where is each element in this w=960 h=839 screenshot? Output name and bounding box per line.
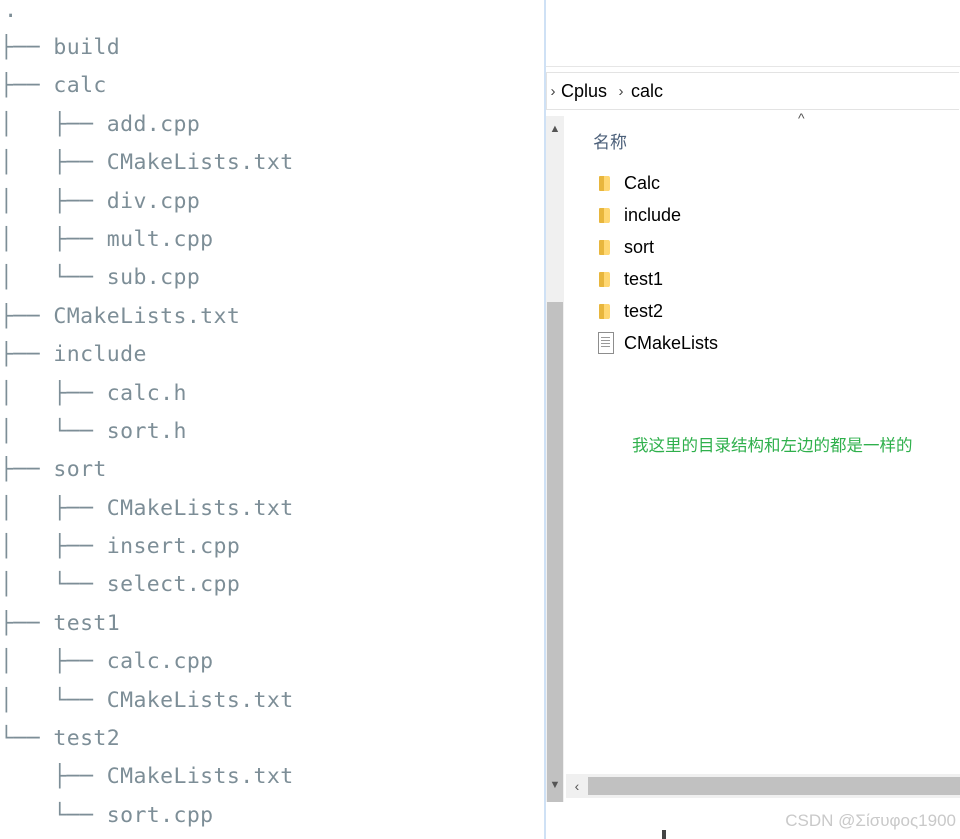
list-item[interactable]: test1 [596,263,718,295]
tree-line: ├── build [0,35,121,60]
tree-line: │ ├── calc.h [0,380,187,406]
file-list: Calc include sort test1 test2 CMakeLists [596,167,718,359]
tree-line: │ └── select.cpp [0,572,241,598]
tree-line: ├── CMakeLists.txt [0,303,241,329]
folder-icon [596,171,616,195]
file-explorer: › Cplus › calc ▲ ▼ ^ 名称 Calc include sor… [546,0,960,839]
tree-line: └── sort.cpp [0,802,214,828]
list-item[interactable]: sort [596,231,718,263]
tree-root: . [4,0,18,23]
watermark: CSDN @Σίσυφος1900 [785,811,956,830]
tree-line: │ ├── mult.cpp [0,226,214,252]
tree-line: │ ├── insert.cpp [0,534,241,560]
tree-line: │ ├── div.cpp [0,188,201,214]
document-icon [596,331,616,355]
tree-line: │ ├── CMakeLists.txt [0,150,294,176]
sort-ascending-icon: ^ [798,110,805,126]
address-bar[interactable]: › Cplus › calc [546,72,959,110]
file-name: CMakeLists [624,332,719,353]
ribbon-area [546,0,960,67]
scroll-left-icon[interactable]: ‹ [568,774,586,798]
list-item[interactable]: Calc [596,167,718,199]
folder-icon [596,203,616,227]
tree-line: │ ├── CMakeLists.txt [0,495,294,521]
folder-icon [596,299,616,323]
tree-line: ├── calc [0,73,107,99]
tree-line: │ └── sub.cpp [0,265,201,291]
tree-line: │ ├── calc.cpp [0,649,214,675]
scroll-down-icon[interactable]: ▼ [546,776,564,794]
chevron-right-icon[interactable]: › [613,83,629,100]
breadcrumb-item-cplus[interactable]: Cplus [559,81,613,102]
tree-line: │ └── sort.h [0,418,187,444]
scrollbar-thumb[interactable] [588,777,960,795]
scroll-up-icon[interactable]: ▲ [546,120,564,138]
tree-line: ├── sort [0,457,107,483]
tree-line: ├── CMakeLists.txt [0,764,294,790]
file-name: Calc [624,172,661,193]
list-item[interactable]: CMakeLists [596,327,718,359]
horizontal-scrollbar[interactable]: ‹ [566,774,960,798]
tree-line: ├── include [0,342,147,368]
file-name: test2 [624,300,664,321]
file-name: sort [624,236,655,257]
tree-line: ├── test1 [0,610,121,636]
file-name: include [624,204,682,225]
column-header-name[interactable]: 名称 [593,128,627,153]
divider [662,830,666,839]
file-name: test1 [624,268,664,289]
tree-line: └── test2 [0,726,121,752]
annotation-text: 我这里的目录结构和左边的都是一样的 [632,436,913,455]
file-list-pane: ^ 名称 Calc include sort test1 test2 CMake… [566,110,960,772]
tree-lines: ├── build ├── calc │ ├── add.cpp │ ├── C… [0,29,294,835]
folder-icon [596,267,616,291]
breadcrumb-item-calc[interactable]: calc [629,81,669,102]
list-item[interactable]: test2 [596,295,718,327]
scrollbar-thumb[interactable] [547,302,563,810]
navigation-pane-scrollbar[interactable]: ▲ ▼ [546,116,564,810]
list-item[interactable]: include [596,199,718,231]
chevron-right-icon[interactable]: › [547,83,559,100]
tree-panel: . ├── build ├── calc │ ├── add.cpp │ ├──… [0,0,544,839]
folder-icon [596,235,616,259]
tree-line: │ └── CMakeLists.txt [0,687,294,713]
tree-line: │ ├── add.cpp [0,111,201,137]
